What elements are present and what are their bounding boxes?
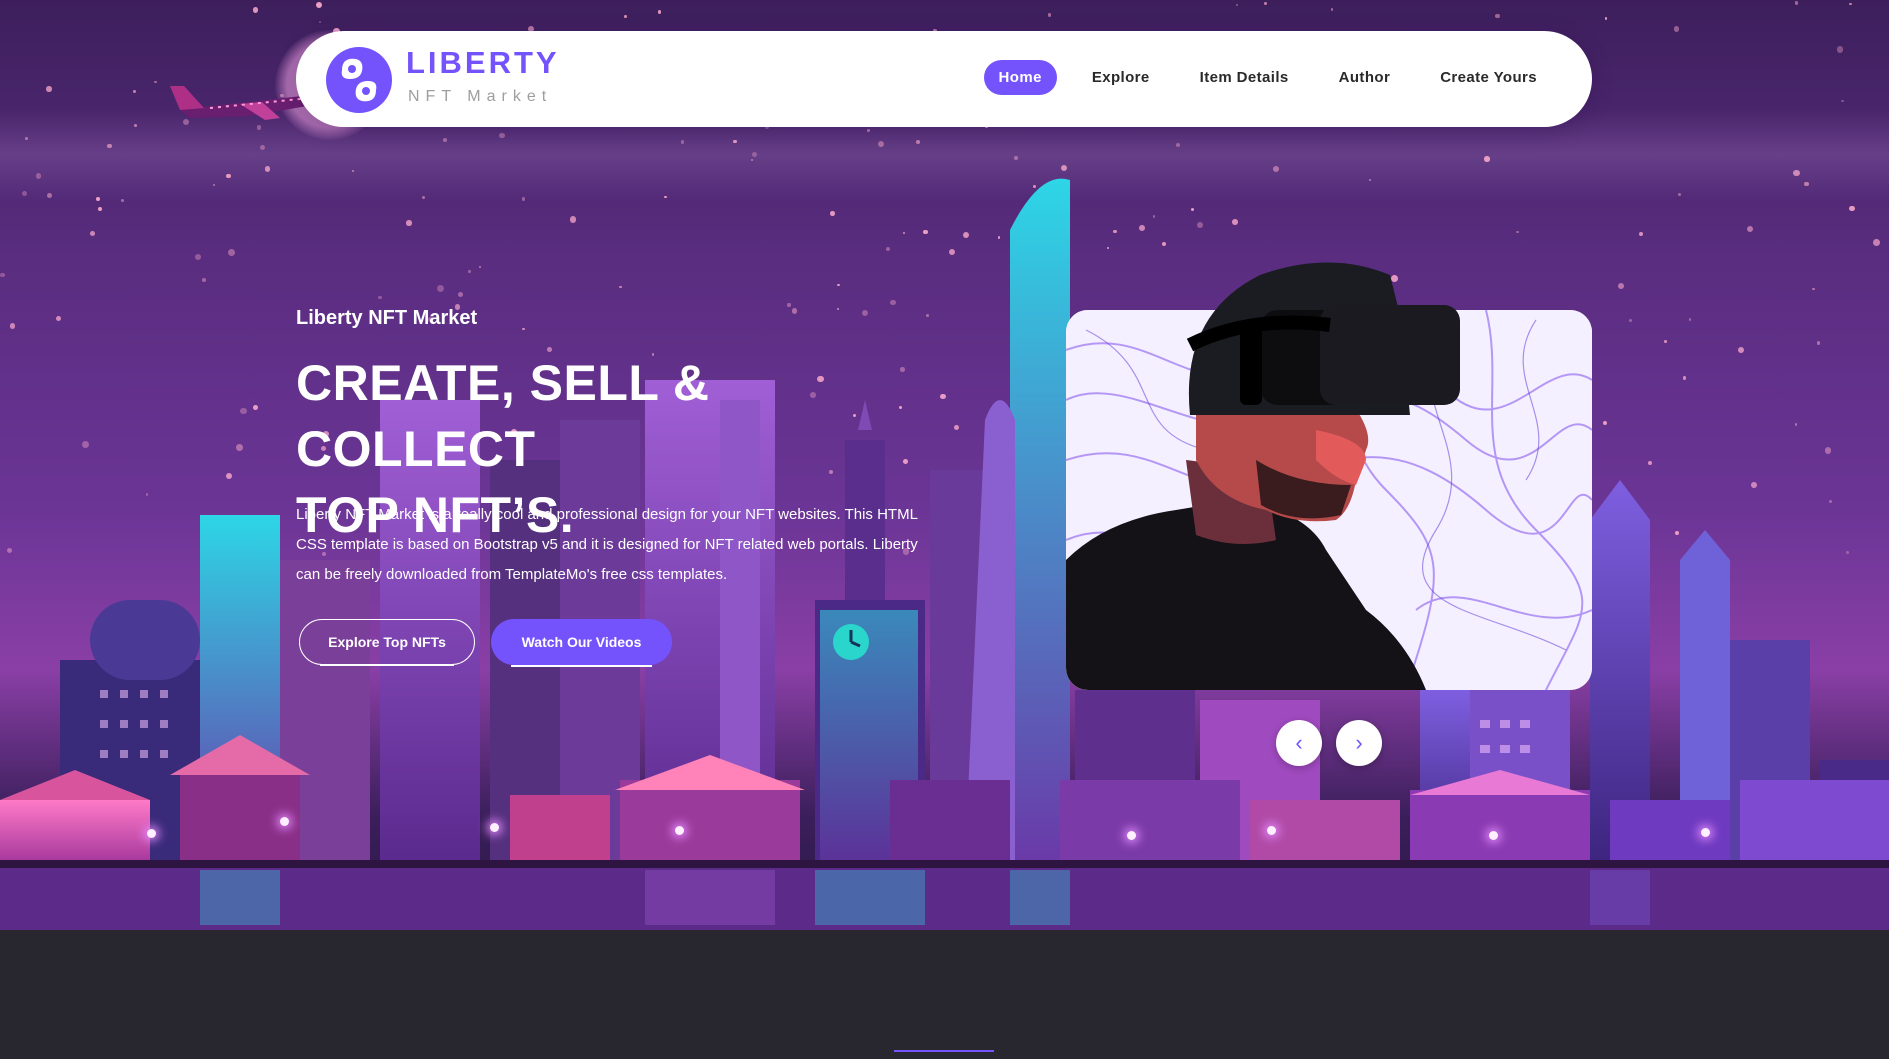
nav-item-explore[interactable]: Explore	[1077, 60, 1165, 95]
brand-subtitle: NFT Market	[408, 88, 553, 105]
next-section	[0, 930, 1889, 1059]
street-lamp-icon	[1701, 828, 1710, 837]
vr-headset-icon	[1186, 262, 1460, 415]
section-divider-line	[894, 1050, 994, 1052]
street-lamp-icon	[280, 817, 289, 826]
watch-our-videos-button[interactable]: Watch Our Videos	[491, 619, 672, 667]
street-lamp-icon	[490, 823, 499, 832]
nav-item-author[interactable]: Author	[1324, 60, 1406, 95]
liberty-logo-icon[interactable]	[324, 45, 394, 115]
button-underline	[511, 665, 652, 667]
explore-top-nfts-label: Explore Top NFTs	[328, 634, 446, 650]
top-navbar: LIBERTY NFT Market Home Explore Item Det…	[296, 31, 1592, 127]
brand-title[interactable]: LIBERTY	[406, 45, 560, 81]
street-lamp-icon	[1127, 831, 1136, 840]
hero-kicker: Liberty NFT Market	[296, 307, 478, 329]
slider-next-button[interactable]: ›	[1336, 720, 1382, 766]
hero-description: Liberty NFT Market is a really cool and …	[296, 506, 918, 583]
explore-top-nfts-button[interactable]: Explore Top NFTs	[299, 619, 475, 666]
watch-our-videos-label: Watch Our Videos	[521, 634, 642, 650]
street-lamp-icon	[1267, 826, 1276, 835]
main-nav: Home Explore Item Details Author Create …	[964, 60, 1552, 95]
street-lamp-icon	[1489, 831, 1498, 840]
slider-prev-button[interactable]: ‹	[1276, 720, 1322, 766]
nav-item-create-yours[interactable]: Create Yours	[1425, 60, 1552, 95]
nav-item-home[interactable]: Home	[983, 60, 1057, 95]
street-lamp-icon	[675, 826, 684, 835]
street-lamp-icon	[147, 829, 156, 838]
hero-headline-line-1: CREATE, SELL & COLLECT	[296, 355, 710, 477]
nav-item-item-details[interactable]: Item Details	[1185, 60, 1304, 95]
button-underline	[320, 664, 454, 666]
